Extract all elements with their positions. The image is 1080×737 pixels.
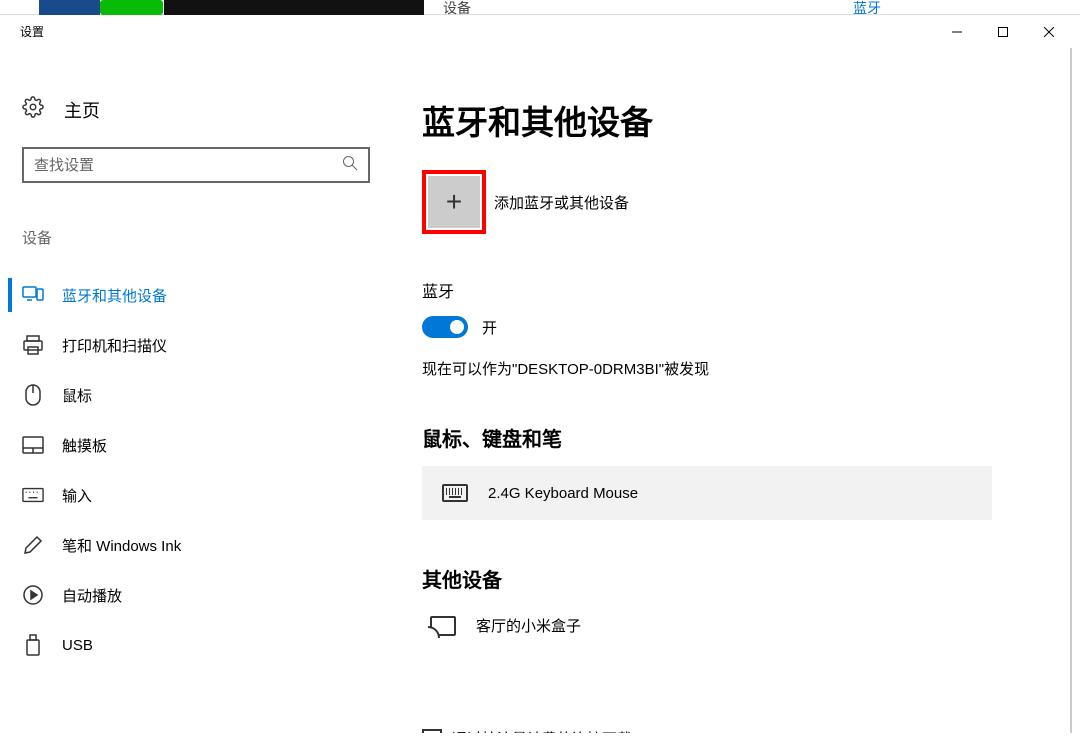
devices-icon xyxy=(22,286,44,304)
search-box[interactable] xyxy=(22,147,370,183)
close-button[interactable] xyxy=(1026,15,1072,48)
mouse-icon xyxy=(22,384,44,406)
sidebar-item-bluetooth-devices[interactable]: 蓝牙和其他设备 xyxy=(8,270,378,320)
sidebar-item-label: 鼠标 xyxy=(62,385,92,406)
sidebar-item-autoplay[interactable]: 自动播放 xyxy=(8,570,378,620)
metered-download-label: 通过按流量计费的连接下载 xyxy=(452,728,632,733)
window-title: 设置 xyxy=(20,23,44,40)
sidebar-item-touchpad[interactable]: 触摸板 xyxy=(8,420,378,470)
settings-window: 设置 主页 xyxy=(8,15,1072,733)
search-input[interactable] xyxy=(34,157,342,174)
section-mouse-keyboard-pen: 鼠标、键盘和笔 xyxy=(422,423,1038,452)
sidebar-item-usb[interactable]: USB xyxy=(8,620,378,670)
main-content: 蓝牙和其他设备 + 添加蓝牙或其他设备 蓝牙 开 现在可以作为"DESKTOP-… xyxy=(378,48,1072,733)
device-name: 2.4G Keyboard Mouse xyxy=(488,485,638,502)
maximize-button[interactable] xyxy=(980,15,1026,48)
sidebar-item-label: 打印机和扫描仪 xyxy=(62,335,167,356)
sidebar-item-label: USB xyxy=(62,637,93,654)
minimize-button[interactable] xyxy=(934,15,980,48)
sidebar-item-typing[interactable]: 输入 xyxy=(8,470,378,520)
cast-device-icon xyxy=(430,616,456,636)
autoplay-icon xyxy=(22,585,44,605)
toggle-knob xyxy=(450,320,464,334)
bluetooth-toggle[interactable] xyxy=(422,316,468,338)
discoverable-text: 现在可以作为"DESKTOP-0DRM3BI"被发现 xyxy=(422,358,1038,379)
home-label: 主页 xyxy=(64,97,100,123)
taskbar-tile xyxy=(39,0,100,15)
sidebar-item-label: 蓝牙和其他设备 xyxy=(62,285,167,306)
metered-download-checkbox[interactable] xyxy=(422,729,442,734)
plus-icon: + xyxy=(446,188,462,216)
sidebar: 主页 设备 蓝牙和其他设备 打印机和扫描仪 xyxy=(8,48,378,733)
device-item-keyboard[interactable]: 2.4G Keyboard Mouse xyxy=(422,466,992,520)
printer-icon xyxy=(22,335,44,355)
device-item-other[interactable]: 客厅的小米盒子 xyxy=(422,607,992,644)
home-link[interactable]: 主页 xyxy=(8,96,378,123)
page-title: 蓝牙和其他设备 xyxy=(422,96,1038,144)
add-device-row: + 添加蓝牙或其他设备 xyxy=(422,170,1038,234)
sidebar-item-printers[interactable]: 打印机和扫描仪 xyxy=(8,320,378,370)
pen-icon xyxy=(22,535,44,555)
scrollbar[interactable] xyxy=(1070,48,1072,733)
touchpad-icon xyxy=(22,436,44,454)
bluetooth-subheading: 蓝牙 xyxy=(422,278,1038,302)
sidebar-item-label: 触摸板 xyxy=(62,435,107,456)
metered-download-row: 通过按流量计费的连接下载 xyxy=(422,728,1038,733)
add-device-button[interactable]: + xyxy=(428,176,480,228)
add-device-highlight: + xyxy=(422,170,486,234)
taskbar-tile xyxy=(164,0,424,15)
section-other-devices: 其他设备 xyxy=(422,564,1038,593)
sidebar-item-pen[interactable]: 笔和 Windows Ink xyxy=(8,520,378,570)
sidebar-item-label: 笔和 Windows Ink xyxy=(62,535,181,556)
keyboard-icon xyxy=(442,484,468,502)
sidebar-item-mouse[interactable]: 鼠标 xyxy=(8,370,378,420)
sidebar-item-label: 输入 xyxy=(62,485,92,506)
toggle-state-label: 开 xyxy=(482,317,497,338)
sidebar-category: 设备 xyxy=(8,227,378,248)
search-icon xyxy=(342,155,358,176)
background-window-hint: 设备 蓝牙 xyxy=(0,0,1080,15)
keyboard-icon xyxy=(22,487,44,503)
add-device-label: 添加蓝牙或其他设备 xyxy=(494,192,629,213)
sidebar-item-label: 自动播放 xyxy=(62,585,122,606)
gear-icon xyxy=(22,96,44,123)
taskbar-tile xyxy=(100,0,163,15)
usb-icon xyxy=(22,634,44,656)
titlebar: 设置 xyxy=(8,15,1072,48)
device-name: 客厅的小米盒子 xyxy=(476,615,581,636)
